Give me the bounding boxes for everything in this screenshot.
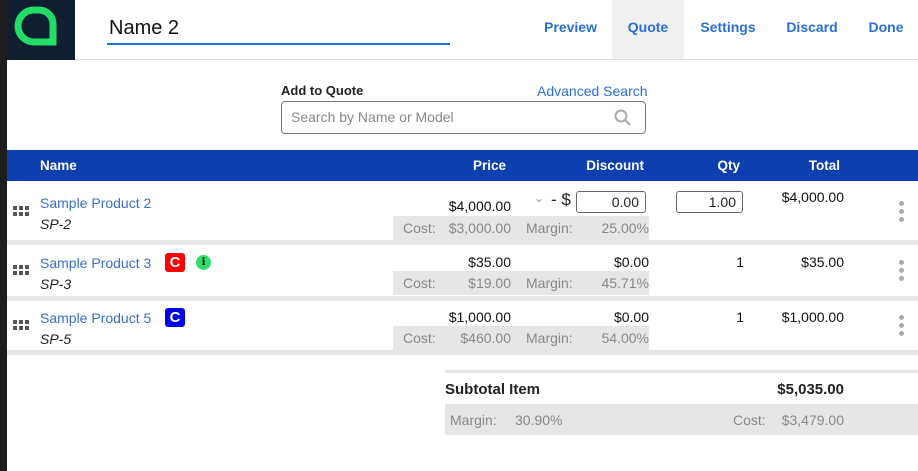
tab-done[interactable]: Done bbox=[860, 0, 912, 59]
subtotal-divider bbox=[445, 370, 918, 373]
search-placeholder: Search by Name or Model bbox=[291, 109, 454, 125]
product-search-input[interactable]: Search by Name or Model bbox=[281, 101, 646, 134]
col-name: Name bbox=[40, 158, 77, 173]
advanced-search-link[interactable]: Advanced Search bbox=[537, 83, 648, 99]
col-qty: Qty bbox=[717, 158, 740, 173]
add-to-quote-label: Add to Quote bbox=[281, 83, 364, 98]
category-badge: C bbox=[165, 253, 185, 272]
total: $4,000.00 bbox=[781, 189, 844, 205]
total: $35.00 bbox=[801, 254, 844, 270]
subtotal-label: Subtotal Item bbox=[445, 381, 541, 398]
app-logo[interactable] bbox=[7, 0, 75, 60]
subtotal-cost-margin-bar: Margin: 30.90% Cost: $3,479.00 bbox=[445, 404, 918, 435]
tab-settings[interactable]: Settings bbox=[692, 0, 764, 59]
subtotal-value: $5,035.00 bbox=[777, 381, 844, 398]
cost-label: Cost: bbox=[403, 330, 436, 346]
cost-margin-bar: Cost: $3,000.00 Margin: 25.00% bbox=[393, 216, 649, 240]
row-menu-icon[interactable] bbox=[899, 260, 905, 281]
discount-type-chevron-down-icon[interactable]: ⌄ bbox=[534, 191, 544, 205]
total: $1,000.00 bbox=[781, 309, 844, 325]
margin-value: 54.00% bbox=[601, 330, 649, 346]
logo-icon bbox=[14, 6, 57, 46]
price: $1,000.00 bbox=[448, 309, 511, 325]
search-icon[interactable] bbox=[614, 109, 631, 126]
product-sku: SP-5 bbox=[40, 331, 72, 347]
margin-value: 30.90% bbox=[515, 412, 563, 428]
row-divider bbox=[7, 350, 918, 355]
drag-handle-icon[interactable] bbox=[13, 206, 29, 216]
margin-label: Margin: bbox=[526, 220, 573, 236]
qty: 1 bbox=[736, 254, 744, 270]
cost-value: $19.00 bbox=[468, 275, 511, 291]
quote-name-input[interactable]: Name 2 bbox=[107, 15, 450, 45]
discount-prefix: - $ bbox=[551, 190, 571, 209]
drag-handle-icon[interactable] bbox=[13, 320, 29, 330]
col-price: Price bbox=[472, 158, 506, 173]
qty: 1 bbox=[736, 309, 744, 325]
row-menu-icon[interactable] bbox=[899, 315, 905, 336]
tab-discard[interactable]: Discard bbox=[780, 0, 844, 59]
product-sku: SP-3 bbox=[40, 276, 72, 292]
product-name-link[interactable]: Sample Product 2 bbox=[40, 195, 151, 211]
cost-value: $3,000.00 bbox=[448, 220, 511, 236]
col-discount: Discount bbox=[586, 158, 644, 173]
table-header: Name Price Discount Qty Total bbox=[7, 150, 918, 181]
cost-label: Cost: bbox=[403, 220, 436, 236]
discount: $0.00 bbox=[613, 309, 649, 325]
price: $35.00 bbox=[468, 254, 511, 270]
category-badge: C bbox=[165, 308, 185, 327]
info-icon[interactable]: i bbox=[196, 255, 211, 270]
row-divider bbox=[7, 240, 918, 245]
header-divider bbox=[75, 59, 918, 60]
tab-quote[interactable]: Quote bbox=[612, 0, 684, 59]
margin-label: Margin: bbox=[526, 330, 573, 346]
cost-value: $3,479.00 bbox=[781, 412, 844, 428]
margin-value: 45.71% bbox=[601, 275, 649, 291]
qty-input[interactable]: 1.00 bbox=[676, 191, 743, 213]
discount-input[interactable]: 0.00 bbox=[576, 191, 646, 213]
margin-label: Margin: bbox=[526, 275, 573, 291]
discount: $0.00 bbox=[613, 254, 649, 270]
product-name-link[interactable]: Sample Product 3 bbox=[40, 255, 151, 271]
window-edge bbox=[0, 0, 7, 471]
price: $4,000.00 bbox=[448, 198, 511, 214]
tab-preview[interactable]: Preview bbox=[537, 0, 604, 59]
product-sku: SP-2 bbox=[40, 216, 72, 232]
cost-label: Cost: bbox=[403, 275, 436, 291]
row-menu-icon[interactable] bbox=[899, 201, 905, 222]
margin-value: 25.00% bbox=[601, 220, 649, 236]
cost-value: $460.00 bbox=[460, 330, 511, 346]
cost-label: Cost: bbox=[733, 412, 766, 428]
row-divider bbox=[7, 296, 918, 301]
col-total: Total bbox=[808, 158, 840, 173]
cost-margin-bar: Cost: $19.00 Margin: 45.71% bbox=[393, 271, 649, 295]
product-name-link[interactable]: Sample Product 5 bbox=[40, 310, 151, 326]
margin-label: Margin: bbox=[450, 412, 497, 428]
drag-handle-icon[interactable] bbox=[13, 265, 29, 275]
cost-margin-bar: Cost: $460.00 Margin: 54.00% bbox=[393, 326, 649, 350]
